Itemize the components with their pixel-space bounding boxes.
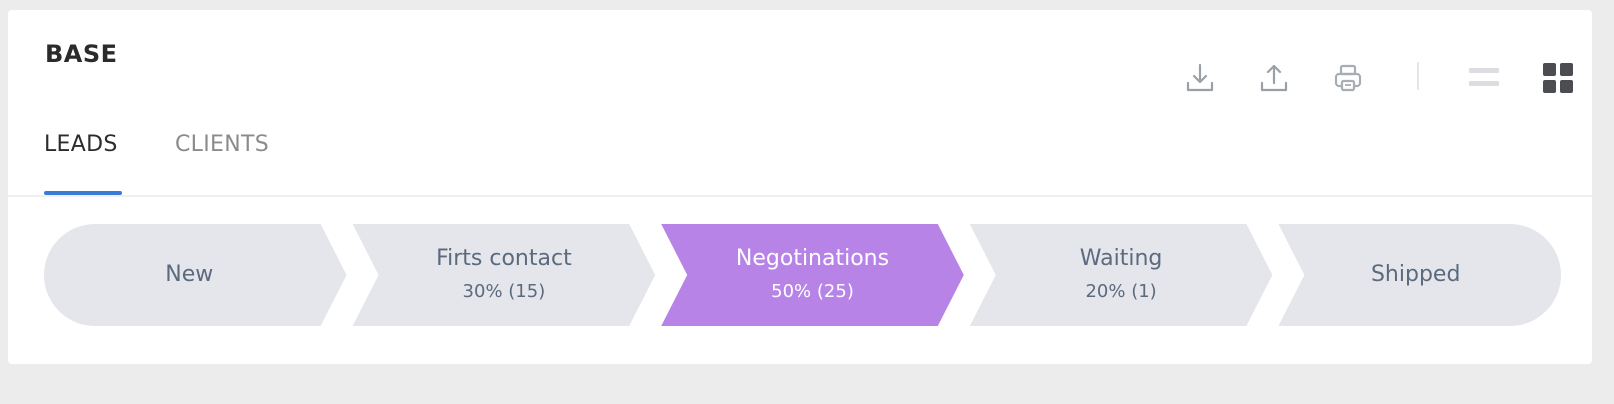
tab-clients[interactable]: CLIENTS — [175, 132, 269, 157]
active-tab-indicator — [44, 191, 122, 195]
print-button[interactable] — [1328, 58, 1368, 98]
pipeline-stage-shape[interactable] — [352, 224, 656, 326]
upload-icon — [1257, 61, 1291, 95]
tab-leads[interactable]: LEADS — [44, 132, 118, 157]
pipeline-shapes — [44, 224, 1561, 326]
tab-bar: LEADS CLIENTS — [8, 110, 1592, 197]
pipeline-stage-shape[interactable] — [969, 224, 1273, 326]
print-icon — [1331, 61, 1365, 95]
grid-view-button[interactable] — [1538, 58, 1578, 98]
pipeline-progress: New Firts contact 30% (15) Negotinations 50%… — [44, 224, 1561, 326]
pipeline-stage-shape[interactable] — [661, 224, 964, 326]
pipeline-stage-shape[interactable] — [1278, 224, 1561, 326]
list-view-button[interactable] — [1464, 58, 1504, 98]
pipeline-stage-shape[interactable] — [44, 224, 347, 326]
grid-view-icon — [1541, 61, 1575, 95]
upload-button[interactable] — [1254, 58, 1294, 98]
download-icon — [1183, 61, 1217, 95]
toolbar-divider — [1417, 62, 1419, 90]
list-view-icon — [1467, 61, 1501, 95]
toolbar — [8, 48, 1592, 100]
download-button[interactable] — [1180, 58, 1220, 98]
base-card: BASE LEADS CLIENTS New Firts contact 30%… — [8, 10, 1592, 364]
